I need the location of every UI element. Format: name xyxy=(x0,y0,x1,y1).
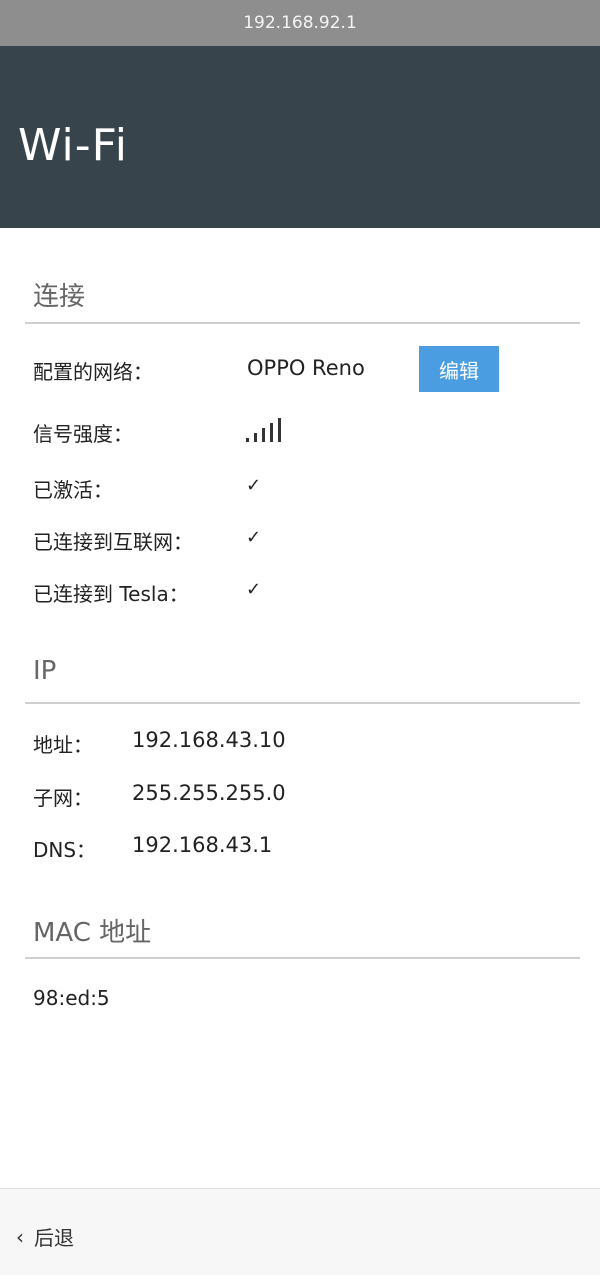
activated-label: 已激活： xyxy=(33,478,113,502)
section-title-mac: MAC 地址 xyxy=(33,918,152,948)
subnet-value: 255.255.255.0 xyxy=(132,781,286,805)
bottom-bar xyxy=(0,1188,600,1275)
tesla-connected-label: 已连接到 Tesla： xyxy=(33,582,189,606)
back-button[interactable]: ‹ 后退 xyxy=(16,1222,74,1251)
internet-check-icon: ✓ xyxy=(246,527,262,548)
edit-button[interactable]: 编辑 xyxy=(419,346,499,392)
signal-strength-label: 信号强度： xyxy=(33,422,133,446)
page-header: Wi-Fi xyxy=(0,46,600,228)
edit-button-label: 编辑 xyxy=(439,358,479,383)
ip-address-value: 192.168.43.10 xyxy=(132,728,286,752)
page-title: Wi-Fi xyxy=(18,120,128,171)
divider xyxy=(25,322,580,324)
mac-address-value: 98:ed:5 xyxy=(33,986,110,1010)
url-bar[interactable]: 192.168.92.1 xyxy=(0,0,600,46)
signal-strength-icon xyxy=(246,418,281,442)
subnet-label: 子网： xyxy=(33,786,93,810)
divider xyxy=(25,702,580,704)
tesla-check-icon: ✓ xyxy=(246,579,262,600)
dns-label: DNS： xyxy=(33,838,97,862)
configured-network-label: 配置的网络： xyxy=(33,360,153,384)
dns-value: 192.168.43.1 xyxy=(132,833,273,857)
configured-network-value: OPPO Reno xyxy=(247,356,365,380)
ip-address-label: 地址： xyxy=(33,733,93,757)
url-text: 192.168.92.1 xyxy=(243,13,357,33)
chevron-left-icon: ‹ xyxy=(16,1224,24,1249)
section-title-ip: IP xyxy=(33,656,57,686)
divider xyxy=(25,957,580,959)
back-label: 后退 xyxy=(34,1226,74,1250)
internet-connected-label: 已连接到互联网： xyxy=(33,530,193,554)
section-title-connection: 连接 xyxy=(33,282,86,312)
activated-check-icon: ✓ xyxy=(246,475,262,496)
